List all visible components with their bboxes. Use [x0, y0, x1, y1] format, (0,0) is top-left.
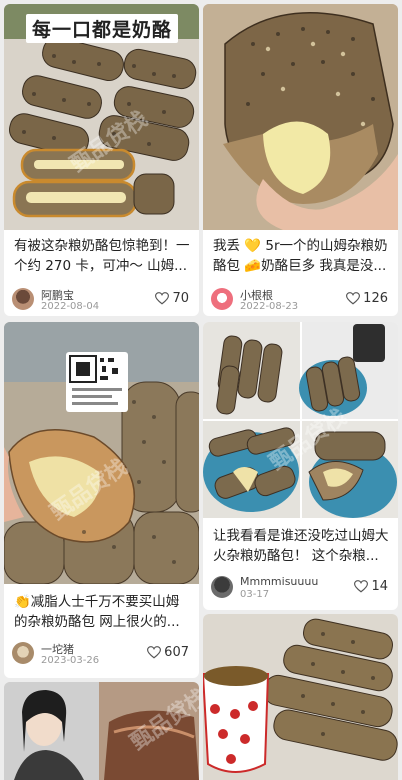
note-title[interactable]: 我丢 💛 5r一个的山姆杂粮奶酪包 🧀奶酪巨多 我真是没... — [213, 236, 390, 276]
avatar[interactable] — [12, 288, 34, 310]
note-cover-image: 甄品贷栈 — [4, 682, 199, 780]
heart-outline-icon — [155, 292, 170, 305]
cover-overlay-text: 每一口都是奶酪 — [26, 14, 179, 43]
like-count: 607 — [164, 645, 189, 660]
qr-code-label — [66, 352, 128, 412]
like-count: 126 — [363, 291, 388, 306]
note-meta: Mmmmisuuuu 03-17 14 — [211, 574, 390, 602]
note-card-3[interactable]: 甄品贷栈 👏减脂人士千万不要买山姆的杂粮奶酪包 网上很火的... 一坨猪 202… — [4, 322, 199, 678]
note-cover-image: 甄品贷栈 — [203, 322, 398, 518]
like-button[interactable]: 126 — [346, 291, 388, 306]
note-meta: 阿鹏宝 2022-08-04 70 — [12, 286, 191, 314]
note-card-2[interactable]: 我丢 💛 5r一个的山姆杂粮奶酪包 🧀奶酪巨多 我真是没... 小根根 2022… — [203, 4, 398, 316]
avatar[interactable] — [211, 288, 233, 310]
like-button[interactable]: 70 — [155, 291, 189, 306]
note-meta: 小根根 2022-08-23 126 — [211, 286, 390, 314]
note-card-5[interactable]: 甄品贷栈 — [4, 682, 199, 780]
note-cover-image: 甄品贷栈 — [4, 322, 199, 584]
like-button[interactable]: 14 — [354, 579, 388, 594]
like-count: 70 — [172, 291, 189, 306]
post-date: 2022-08-04 — [41, 301, 100, 312]
note-cover-image: 每一口都是奶酪 甄品贷栈 — [4, 4, 199, 230]
note-title[interactable]: 有被这杂粮奶酪包惊艳到！一个约 270 卡，可冲～ 山姆... — [14, 236, 191, 276]
post-date: 03-17 — [240, 589, 270, 600]
note-card-4[interactable]: 甄品贷栈 让我看看是谁还没吃过山姆大火杂粮奶酪包！ 这个杂粮... Mmmmis… — [203, 322, 398, 610]
note-cover-image — [203, 4, 398, 230]
avatar[interactable] — [211, 576, 233, 598]
heart-outline-icon — [354, 580, 369, 593]
note-card-1[interactable]: 每一口都是奶酪 甄品贷栈 有被这杂粮奶酪包惊艳到！一个约 270 卡，可冲～ 山… — [4, 4, 199, 316]
post-date: 2022-08-23 — [240, 301, 299, 312]
like-count: 14 — [371, 579, 388, 594]
note-title[interactable]: 让我看看是谁还没吃过山姆大火杂粮奶酪包！ 这个杂粮... — [213, 526, 390, 566]
like-button[interactable]: 607 — [147, 645, 189, 660]
author-name[interactable]: Mmmmisuuuu — [240, 575, 318, 588]
note-cover-image — [203, 614, 398, 780]
note-meta: 一坨猪 2023-03-26 607 — [12, 640, 191, 668]
note-title[interactable]: 👏减脂人士千万不要买山姆的杂粮奶酪包 网上很火的... — [14, 592, 191, 632]
heart-outline-icon — [147, 646, 162, 659]
post-date: 2023-03-26 — [41, 655, 100, 666]
avatar[interactable] — [12, 642, 34, 664]
heart-outline-icon — [346, 292, 361, 305]
note-card-6[interactable] — [203, 614, 398, 780]
